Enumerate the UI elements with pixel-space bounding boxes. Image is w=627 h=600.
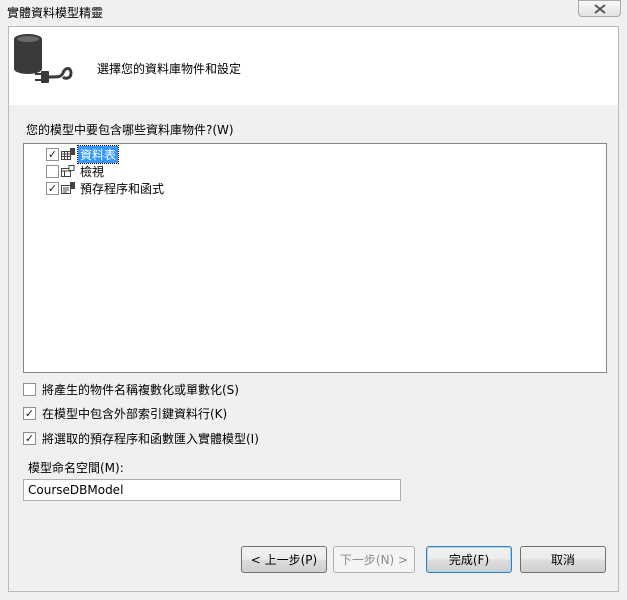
window-title: 實體資料模型精靈 (7, 6, 104, 20)
import-procedures-option[interactable]: 將選取的預存程序和函數匯入實體模型(I) (23, 430, 259, 447)
window-frame-right (619, 26, 627, 600)
namespace-label: 模型命名空間(M): (28, 461, 124, 475)
namespace-input[interactable] (23, 479, 401, 501)
import-procedures-label: 將選取的預存程序和函數匯入實體模型(I) (42, 432, 259, 446)
foreign-keys-option[interactable]: 在模型中包含外部索引鍵資料行(K) (23, 405, 227, 422)
previous-button[interactable]: < 上一步(P) (241, 546, 327, 573)
table-icon (61, 147, 75, 160)
wizard-header: 選擇您的資料庫物件和設定 (9, 27, 618, 105)
tree-item-tables[interactable]: 資料表 (46, 144, 120, 164)
stored-procedures-label: 預存程序和函式 (80, 181, 165, 196)
page-title: 選擇您的資料庫物件和設定 (97, 62, 242, 76)
foreign-keys-checkbox[interactable] (23, 407, 36, 420)
tables-label: 資料表 (76, 144, 120, 164)
view-icon (61, 164, 75, 177)
tree-item-views[interactable]: 檢視 (46, 163, 106, 179)
tree-item-stored-procedures[interactable]: 預存程序和函式 (46, 180, 166, 196)
pluralize-option[interactable]: 將產生的物件名稱複數化或單數化(S) (23, 381, 239, 398)
cancel-button[interactable]: 取消 (520, 546, 606, 573)
stored-procedure-icon (61, 181, 75, 194)
views-checkbox[interactable] (46, 164, 59, 178)
import-procedures-checkbox[interactable] (23, 432, 36, 445)
next-button[interactable]: 下一步(N) > (333, 546, 415, 573)
finish-button[interactable]: 完成(F) (426, 546, 512, 573)
database-connect-icon (14, 34, 73, 83)
title-bar: 實體資料模型精靈 (0, 0, 627, 26)
close-button[interactable] (578, 0, 621, 17)
pluralize-label: 將產生的物件名稱複數化或單數化(S) (42, 383, 239, 397)
stored-procedures-checkbox[interactable] (46, 181, 59, 195)
wizard-body: 選擇您的資料庫物件和設定 您的模型中要包含哪些資料庫物件?(W) 資料表 檢視 (8, 26, 619, 592)
pluralize-checkbox[interactable] (23, 383, 36, 396)
tables-checkbox[interactable] (46, 147, 59, 161)
views-label: 檢視 (80, 164, 105, 179)
foreign-keys-label: 在模型中包含外部索引鍵資料行(K) (42, 407, 228, 421)
database-objects-tree[interactable]: 資料表 檢視 預存程序和函式 (23, 143, 607, 373)
objects-question-label: 您的模型中要包含哪些資料庫物件?(W) (26, 123, 234, 137)
window-frame-left (0, 26, 8, 600)
close-icon (593, 3, 606, 14)
